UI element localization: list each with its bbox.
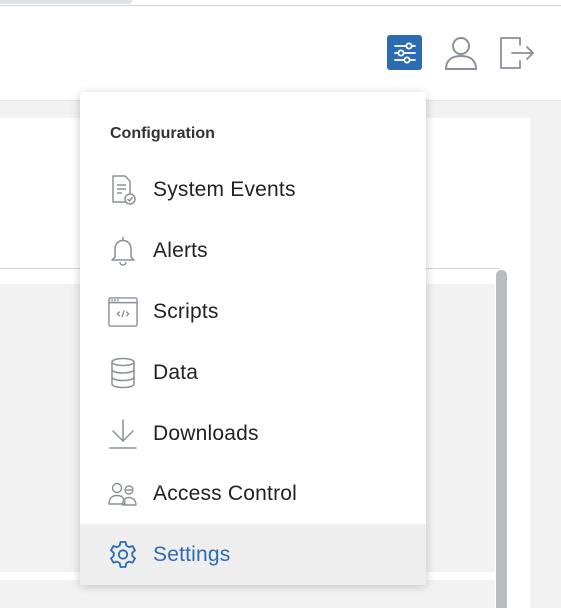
menu-item-label: Settings: [153, 542, 231, 566]
menu-item-alerts[interactable]: Alerts: [80, 220, 426, 281]
users-icon: [108, 478, 138, 510]
menu-item-label: System Events: [153, 177, 296, 201]
menu-item-label: Alerts: [153, 238, 208, 262]
menu-item-scripts[interactable]: Scripts: [80, 281, 426, 342]
logout-button[interactable]: [499, 35, 535, 71]
logout-icon: [498, 35, 536, 71]
scrollbar-thumb[interactable]: [496, 270, 507, 608]
menu-item-label: Data: [153, 360, 199, 384]
configuration-menu: Configuration System Events Alerts Scrip…: [80, 92, 426, 585]
download-icon: [108, 418, 138, 450]
menu-heading: Configuration: [110, 125, 215, 142]
code-window-icon: [108, 296, 138, 328]
menu-item-system-events[interactable]: System Events: [80, 159, 426, 220]
menu-item-label: Downloads: [153, 421, 259, 445]
menu-item-downloads[interactable]: Downloads: [80, 403, 426, 464]
menu-item-data[interactable]: Data: [80, 342, 426, 403]
gear-icon: [108, 539, 138, 571]
app-header: [0, 6, 561, 101]
filter-settings-button[interactable]: [387, 35, 422, 70]
bell-icon: [108, 235, 138, 267]
top-tab[interactable]: [0, 0, 132, 4]
document-check-icon: [108, 174, 138, 206]
menu-item-access-control[interactable]: Access Control: [80, 463, 426, 524]
app-window: Configuration System Events Alerts Scrip…: [0, 0, 561, 608]
user-icon: [443, 35, 479, 71]
user-profile-button[interactable]: [443, 35, 479, 71]
menu-item-label: Access Control: [153, 481, 298, 505]
menu-item-settings[interactable]: Settings: [80, 524, 426, 585]
menu-item-label: Scripts: [153, 299, 219, 323]
database-icon: [108, 357, 138, 389]
sliders-icon: [392, 41, 418, 65]
